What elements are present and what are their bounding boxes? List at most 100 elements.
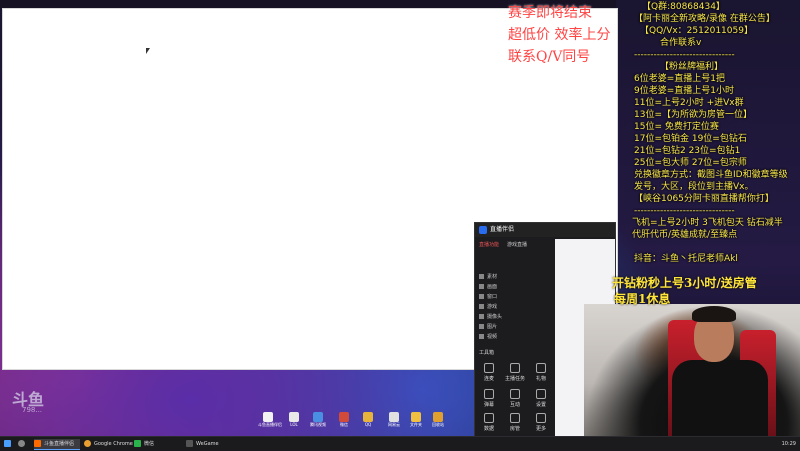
desktop-icon-label: 腾讯视频 [310,422,326,427]
tools-label-text: 工具箱 [479,350,495,356]
eye-icon [479,304,484,309]
tool-button[interactable]: 设置 [529,389,553,411]
stream-info-overlay: 【Q群:80868434】 【阿卡丽全新攻略/录像 在群公告】 【QQ/Vx：2… [620,0,800,290]
app-sidebar: 直播功能 游戏直播 素材 画面 窗口 游戏 摄像头 图片 视频 工具箱 连麦 主… [475,239,555,439]
app-logo-icon [479,225,487,234]
app-icon [389,412,399,422]
search-icon [18,440,25,447]
desktop-icon-label: LOL [290,422,298,427]
app-scene-row[interactable]: 画面 [479,283,553,291]
system-tray[interactable]: 10:29 [782,439,796,449]
tool-icon [536,389,546,399]
benefit-line: 9位老婆=直播上号1小时 [634,86,734,96]
wegame-icon [186,440,193,447]
benefit-line: 13位=【为所欲为房管一位】 [634,110,752,120]
start-button[interactable] [4,439,14,449]
taskbar-app-label: 微信 [144,441,155,447]
taskbar-app[interactable]: WeGame [186,439,232,449]
app-scene-row[interactable]: 素材 [479,273,553,281]
benefit-line: 发号，大区，段位到主播Vx。 [634,182,754,192]
taskbar-app[interactable]: 微信 [134,439,180,449]
taskbar-app-label: Google Chrome [94,441,133,447]
tool-icon [484,389,494,399]
highlight-line: 每周1休息 [614,292,671,306]
promo-line: 超低价 效率上分 [508,27,611,43]
taskbar-app-label: WeGame [196,441,219,447]
promo-line: 赛季即将结束 [508,5,592,21]
desktop-icon[interactable]: 文件夹 [406,412,426,427]
desktop-icon-label: 回收站 [432,422,444,427]
tool-label: 更多 [535,426,546,432]
tool-label: 礼物 [535,376,546,382]
streamer-hair [692,306,736,322]
tool-button[interactable]: 更多 [529,413,553,435]
desktop-icon[interactable]: QQ [358,412,378,427]
tool-label: 弹幕 [483,402,494,408]
tool-button[interactable]: 主播任务 [503,363,527,385]
tool-button[interactable]: 互动 [503,389,527,411]
tool-button[interactable]: 礼物 [529,363,553,385]
tool-icon [536,413,546,423]
app-scene-row[interactable]: 窗口 [479,293,553,301]
eye-icon [479,324,484,329]
app-title: 直播伴侣 [490,226,515,233]
app-scene-row[interactable]: 图片 [479,323,553,331]
app-scene-row[interactable]: 游戏 [479,303,553,311]
divider-text: ------------------------------- [634,50,735,60]
tool-button[interactable]: 弹幕 [477,389,501,411]
desktop-icon[interactable]: LOL [284,412,304,427]
eye-icon [479,274,484,279]
desktop-icon[interactable]: 斗鱼直播伴侣 [258,412,282,427]
app-icon [363,412,373,422]
tool-icon [484,413,494,423]
app-title-bar[interactable]: 直播伴侣 [475,223,615,237]
desktop-icon-label: QQ [364,422,372,427]
app-icon [433,412,443,422]
desktop-icon[interactable]: 腾讯视频 [308,412,328,427]
desktop-icon-label: 微信 [340,422,348,427]
eye-icon [479,314,484,319]
taskbar-app[interactable]: 斗鱼直播伴侣 [34,439,80,450]
app-icon [339,412,349,422]
app-row-label: 画面 [487,284,498,290]
desktop-icon-label: 文件夹 [410,422,422,427]
benefit-line: 【峡谷1065分阿卡丽直播帮你打】 [634,194,774,204]
desktop-icon-label: 斗鱼直播伴侣 [258,422,282,427]
tool-label: 设置 [535,402,546,408]
eye-icon [479,294,484,299]
tool-icon [484,363,494,373]
taskbar-app[interactable]: Google Chrome [84,439,133,449]
cooperation-text: 合作联系v [660,38,702,48]
app-row-label: 游戏 [487,304,498,310]
desktop-icon[interactable]: 网易云 [384,412,404,427]
qq-group-text: 【Q群:80868434】 [642,2,725,12]
tool-icon [510,413,520,423]
tool-button[interactable]: 房管 [503,413,527,435]
tool-button[interactable]: 连麦 [477,363,501,385]
app-scene-row[interactable]: 摄像头 [479,313,553,321]
benefit-line: 6位老婆=直播上号1把 [634,74,725,84]
app-row-label: 窗口 [487,294,498,300]
tool-icon [510,363,520,373]
app-scene-row[interactable]: 视频 [479,333,553,341]
clock: 10:29 [781,441,796,447]
desktop-icon[interactable]: 回收站 [428,412,448,427]
tool-icon [536,363,546,373]
app-row-label: 图片 [487,324,498,330]
tool-label: 连麦 [483,376,494,382]
douyu-id-text: 抖音：斗鱼丶托尼老师Akl [634,254,738,264]
search-button[interactable] [18,439,28,449]
app-row-label: 素材 [487,274,498,280]
app-tab-label: 游戏直播 [507,242,528,248]
watermark-sub: 798... [22,406,43,414]
windows-icon [4,440,11,447]
tool-button[interactable]: 数据 [477,413,501,435]
benefit-line: 兑换徽章方式：截图斗鱼ID和徽章等级 [634,170,788,180]
douyu-watermark: 斗鱼 798... [12,386,44,414]
mouse-cursor-icon [146,48,150,54]
benefit-line: 25位=包大师 27位=包宗师 [634,158,747,168]
desktop-icon-label: 网易云 [388,422,400,427]
desktop-icon[interactable]: 微信 [334,412,354,427]
wechat-icon [134,440,141,447]
app-row-label: 视频 [487,334,498,340]
